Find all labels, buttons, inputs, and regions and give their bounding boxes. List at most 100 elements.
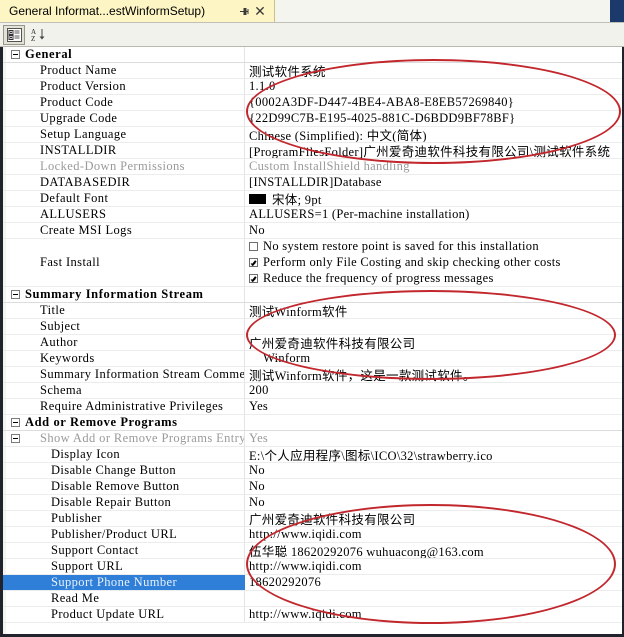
property-row-disable-repair-button[interactable]: Disable Repair Button No xyxy=(3,495,622,511)
property-row-product-code[interactable]: Product Code {0002A3DF-D447-4BE4-ABA8-E8E… xyxy=(3,95,622,111)
property-value-text: E:\个人应用程序\图标\ICO\32\strawberry.ico xyxy=(249,449,493,462)
property-value-cell[interactable]: 广州爱奇迪软件科技有限公司 xyxy=(245,511,622,526)
property-value-cell[interactable]: Custom InstallShield handling xyxy=(245,159,622,174)
property-row-publisher-product-url[interactable]: Publisher/Product URL http://www.iqidi.co… xyxy=(3,527,622,543)
property-row-databasedir[interactable]: DATABASEDIR [INSTALLDIR]Database xyxy=(3,175,622,191)
property-row-show-add-or-remove-programs-entry[interactable]: Show Add or Remove Programs Entry Yes xyxy=(3,431,622,447)
property-name-label: Product Version xyxy=(40,79,126,93)
checkbox-row-0[interactable]: No system restore point is saved for thi… xyxy=(249,239,561,255)
property-row-setup-language[interactable]: Setup Language Chinese (Simplified): 中文(简… xyxy=(3,127,622,143)
property-value-text: http://www.iqidi.com xyxy=(249,527,362,541)
property-row-product-update-url[interactable]: Product Update URL http://www.iqidi.com xyxy=(3,607,622,623)
section-expander-add-or-remove-programs[interactable] xyxy=(11,418,20,427)
property-value-cell[interactable]: 测试Winform软件 xyxy=(245,303,622,318)
tab-general-information[interactable]: General Informat...estWinformSetup) ✕ xyxy=(0,0,275,22)
property-value-cell[interactable]: Chinese (Simplified): 中文(简体) xyxy=(245,127,622,142)
property-value-cell[interactable]: http://www.iqidi.com xyxy=(245,559,622,574)
property-row-disable-remove-button[interactable]: Disable Remove Button No xyxy=(3,479,622,495)
property-row-schema[interactable]: Schema 200 xyxy=(3,383,622,399)
property-row-fast-install[interactable]: Fast Install No system restore point is s… xyxy=(3,239,622,287)
categorized-view-button[interactable] xyxy=(3,24,25,45)
checkbox-row-1[interactable]: Perform only File Costing and skip check… xyxy=(249,255,561,271)
property-row-allusers[interactable]: ALLUSERS ALLUSERS=1 (Per-machine installa… xyxy=(3,207,622,223)
sub-expander-show-add-or-remove-programs-entry[interactable] xyxy=(11,434,20,443)
property-name-label: Display Icon xyxy=(51,447,121,461)
property-row-support-contact[interactable]: Support Contact 伍华聪 18620292076 wuhuacong… xyxy=(3,543,622,559)
property-value-cell[interactable]: 广州爱奇迪软件科技有限公司 xyxy=(245,335,622,350)
property-row-upgrade-code[interactable]: Upgrade Code {22D99C7B-E195-4025-881C-D6B… xyxy=(3,111,622,127)
checkbox-unchecked-0[interactable] xyxy=(249,242,258,251)
property-row-disable-change-button[interactable]: Disable Change Button No xyxy=(3,463,622,479)
property-row-author[interactable]: Author 广州爱奇迪软件科技有限公司 xyxy=(3,335,622,351)
checkbox-row-2[interactable]: Reduce the frequency of progress message… xyxy=(249,271,561,287)
property-name-cell: Author xyxy=(3,335,245,350)
property-name-cell: Read Me xyxy=(3,591,245,606)
property-row-default-font[interactable]: Default Font 宋体; 9pt xyxy=(3,191,622,207)
property-name-label: Schema xyxy=(40,383,82,397)
property-value-cell[interactable]: No xyxy=(245,223,622,238)
property-row-title[interactable]: Title 测试Winform软件 xyxy=(3,303,622,319)
tab-strip-edge xyxy=(610,0,624,22)
close-icon[interactable]: ✕ xyxy=(252,3,268,19)
section-expander-general[interactable] xyxy=(11,50,20,59)
property-value-cell[interactable]: No xyxy=(245,463,622,478)
property-value-cell[interactable]: 测试Winform软件，这是一款测试软件。 xyxy=(245,367,622,382)
property-value-cell[interactable]: [ProgramFilesFolder]广州爱奇迪软件科技有限公司\测试软件系统 xyxy=(245,143,622,158)
property-name-cell: Require Administrative Privileges xyxy=(3,399,245,414)
property-value-cell[interactable]: {0002A3DF-D447-4BE4-ABA8-E8EB57269840} xyxy=(245,95,622,110)
property-value-cell[interactable]: 18620292076 xyxy=(245,575,622,590)
property-value-cell[interactable]: http://www.iqidi.com xyxy=(245,607,622,622)
property-value-cell[interactable]: Yes xyxy=(245,399,622,414)
property-row-support-url[interactable]: Support URL http://www.iqidi.com xyxy=(3,559,622,575)
alphabetical-sort-button[interactable]: A Z xyxy=(27,25,49,45)
property-row-create-msi-logs[interactable]: Create MSI Logs No xyxy=(3,223,622,239)
property-value-cell[interactable]: 宋体; 9pt xyxy=(245,191,622,206)
property-value-cell[interactable]: Yes xyxy=(245,431,622,446)
property-row-support-phone-number[interactable]: Support Phone Number 18620292076 xyxy=(3,575,622,591)
property-row-product-version[interactable]: Product Version 1.1.0 xyxy=(3,79,622,95)
property-value-cell[interactable]: 1.1.0 xyxy=(245,79,622,94)
property-row-summary-information-stream-comments[interactable]: Summary Information Stream Comments 测试Win… xyxy=(3,367,622,383)
property-value-cell[interactable]: 200 xyxy=(245,383,622,398)
property-value-cell[interactable]: 测试软件系统 xyxy=(245,63,622,78)
property-value-cell[interactable]: E:\个人应用程序\图标\ICO\32\strawberry.ico xyxy=(245,447,622,462)
property-value-cell[interactable]: No system restore point is saved for thi… xyxy=(245,239,622,286)
property-rows: General Product Name 测试软件系统 Product Version… xyxy=(3,47,622,623)
checkbox-checked-2[interactable] xyxy=(249,274,258,283)
property-row-installdir[interactable]: INSTALLDIR [ProgramFilesFolder]广州爱奇迪软件科技有… xyxy=(3,143,622,159)
property-name-cell: Disable Repair Button xyxy=(3,495,245,510)
property-grid[interactable]: General Product Name 测试软件系统 Product Version… xyxy=(0,47,624,637)
property-value-cell[interactable]: No xyxy=(245,479,622,494)
property-value-cell[interactable] xyxy=(245,591,622,606)
property-row-publisher[interactable]: Publisher 广州爱奇迪软件科技有限公司 xyxy=(3,511,622,527)
property-name-label: Disable Change Button xyxy=(51,463,177,477)
property-value-cell[interactable]: No xyxy=(245,495,622,510)
property-value-cell[interactable]: {22D99C7B-E195-4025-881C-D6BDD9BF78BF} xyxy=(245,111,622,126)
property-value-cell[interactable]: ALLUSERS=1 (Per-machine installation) xyxy=(245,207,622,222)
property-name-cell: Support Phone Number xyxy=(3,575,245,590)
property-row-display-icon[interactable]: Display Icon E:\个人应用程序\图标\ICO\32\strawber… xyxy=(3,447,622,463)
tab-strip-filler xyxy=(550,0,610,22)
property-value-cell[interactable]: [INSTALLDIR]Database xyxy=(245,175,622,190)
property-value-cell[interactable]: 伍华聪 18620292076 wuhuacong@163.com xyxy=(245,543,622,558)
section-expander-summary-information-stream[interactable] xyxy=(11,290,20,299)
property-row-locked-down-permissions[interactable]: Locked-Down Permissions Custom InstallShi… xyxy=(3,159,622,175)
property-grid-window: General Informat...estWinformSetup) ✕ A … xyxy=(0,0,624,637)
property-row-keywords[interactable]: Keywords Winform xyxy=(3,351,622,367)
property-value-text: {0002A3DF-D447-4BE4-ABA8-E8EB57269840} xyxy=(249,95,515,109)
property-value-wrap: 测试软件系统 xyxy=(249,63,326,78)
color-swatch[interactable] xyxy=(249,193,266,204)
property-value-wrap: http://www.iqidi.com xyxy=(249,559,362,574)
property-row-require-administrative-privileges[interactable]: Require Administrative Privileges Yes xyxy=(3,399,622,415)
pin-icon[interactable] xyxy=(236,3,252,19)
property-name-cell: Publisher/Product URL xyxy=(3,527,245,542)
property-value-cell[interactable]: http://www.iqidi.com xyxy=(245,527,622,542)
section-header-summary-information-stream: Summary Information Stream xyxy=(3,287,622,303)
property-row-product-name[interactable]: Product Name 测试软件系统 xyxy=(3,63,622,79)
checkbox-checked-1[interactable] xyxy=(249,258,258,267)
property-name-cell: Support Contact xyxy=(3,543,245,558)
property-row-read-me[interactable]: Read Me xyxy=(3,591,622,607)
property-value-cell[interactable] xyxy=(245,319,622,334)
property-value-cell[interactable]: Winform xyxy=(245,351,622,366)
property-row-subject[interactable]: Subject xyxy=(3,319,622,335)
